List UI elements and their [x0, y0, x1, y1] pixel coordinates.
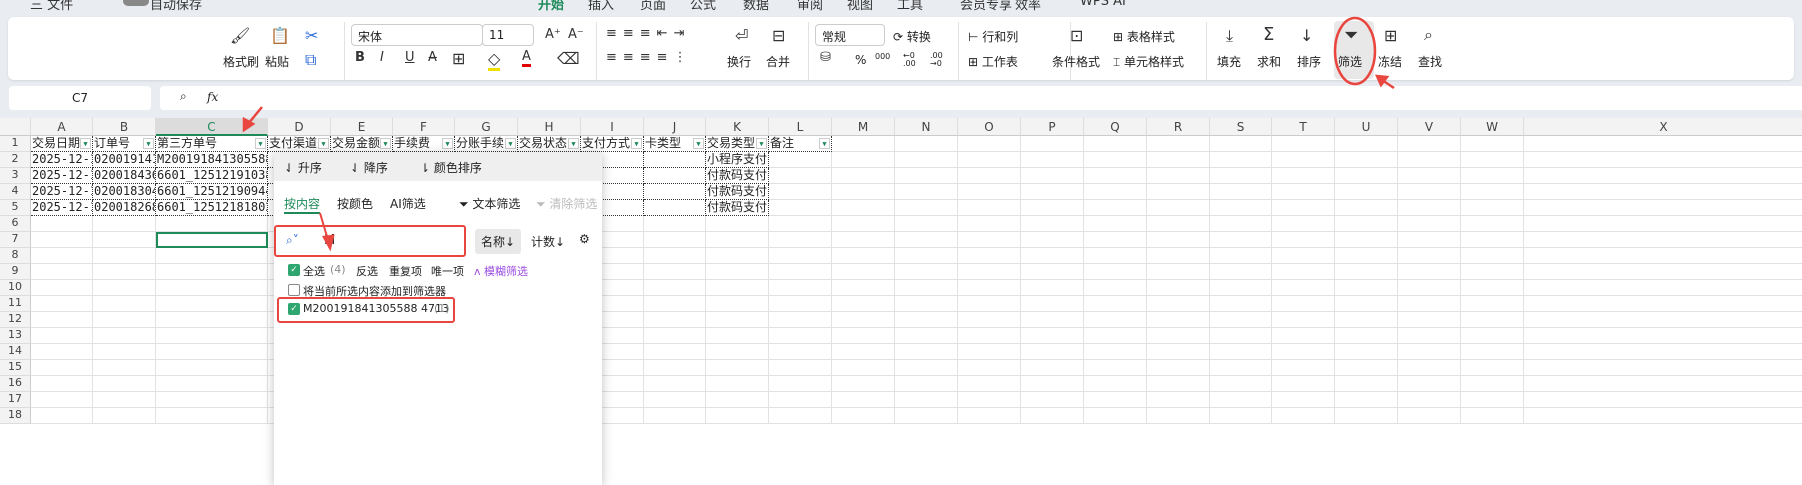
filter-circle	[1333, 16, 1377, 86]
arrow-head	[322, 234, 335, 252]
annotations	[242, 16, 1395, 252]
